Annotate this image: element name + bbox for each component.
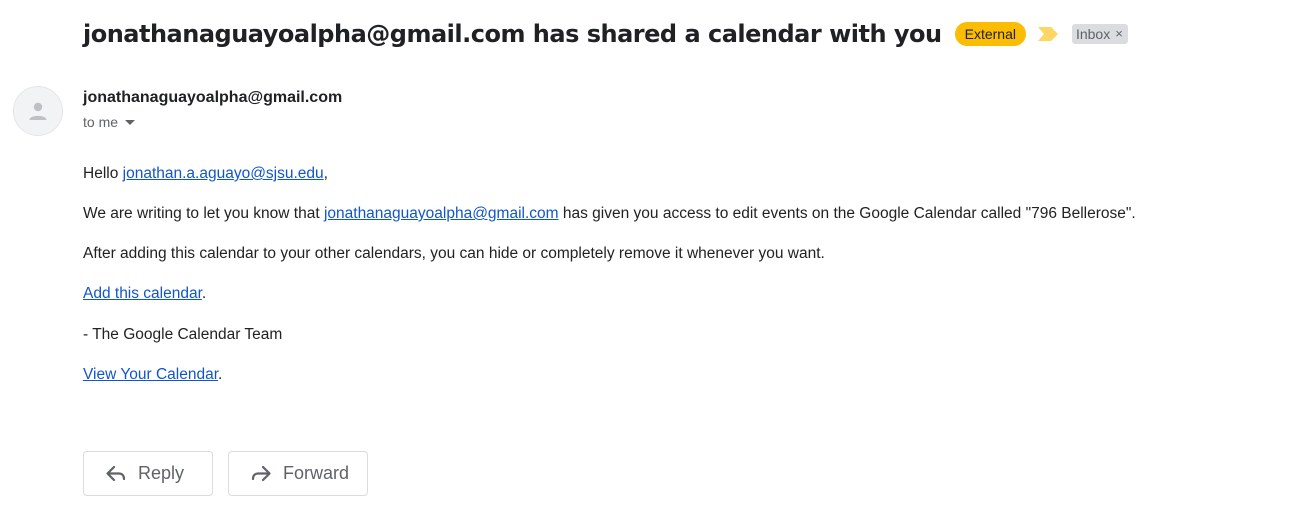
forward-icon (251, 465, 271, 481)
remove-label-icon[interactable]: × (1115, 24, 1123, 44)
recipient-email-link[interactable]: jonathan.a.aguayo@sjsu.edu (123, 165, 324, 182)
recipients-toggle[interactable]: to me (83, 114, 136, 130)
share-notice-paragraph: We are writing to let you know that jona… (83, 205, 1136, 223)
view-calendar-link[interactable]: View Your Calendar (83, 366, 218, 383)
reply-icon (106, 465, 126, 481)
sender-email-link[interactable]: jonathanaguayoalpha@gmail.com (324, 205, 559, 222)
add-calendar-link[interactable]: Add this calendar (83, 285, 202, 302)
email-subject: jonathanaguayoalpha@gmail.com has shared… (83, 20, 942, 48)
add-calendar-paragraph: Add this calendar. (83, 285, 206, 303)
greeting-text: Hello (83, 165, 123, 182)
greeting-paragraph: Hello jonathan.a.aguayo@sjsu.edu, (83, 165, 328, 183)
share-notice-text: We are writing to let you know that (83, 205, 324, 222)
hide-remove-paragraph: After adding this calendar to your other… (83, 245, 825, 262)
person-icon (29, 102, 47, 120)
reply-label: Reply (138, 463, 185, 483)
external-badge: External (954, 22, 1026, 46)
view-calendar-punctuation: . (218, 366, 223, 383)
forward-button[interactable]: Forward (228, 451, 368, 496)
sender-name: jonathanaguayoalpha@gmail.com (83, 89, 343, 106)
view-calendar-paragraph: View Your Calendar. (83, 366, 222, 384)
inbox-label-chip: Inbox × (1071, 24, 1128, 44)
forward-label: Forward (283, 463, 350, 483)
email-subject-row: jonathanaguayoalpha@gmail.com has shared… (83, 14, 1128, 54)
signature: - The Google Calendar Team (83, 326, 283, 343)
recipients-text: to me (83, 114, 119, 130)
sender-avatar (13, 86, 63, 136)
importance-marker-icon[interactable] (1037, 26, 1060, 42)
chevron-down-icon[interactable] (125, 119, 136, 125)
add-calendar-punctuation: . (201, 285, 207, 302)
share-notice-detail: has given you access to edit events on t… (558, 205, 1136, 222)
greeting-punctuation: , (323, 165, 328, 182)
inbox-label-text: Inbox (1075, 26, 1111, 42)
reply-button[interactable]: Reply (83, 451, 213, 496)
